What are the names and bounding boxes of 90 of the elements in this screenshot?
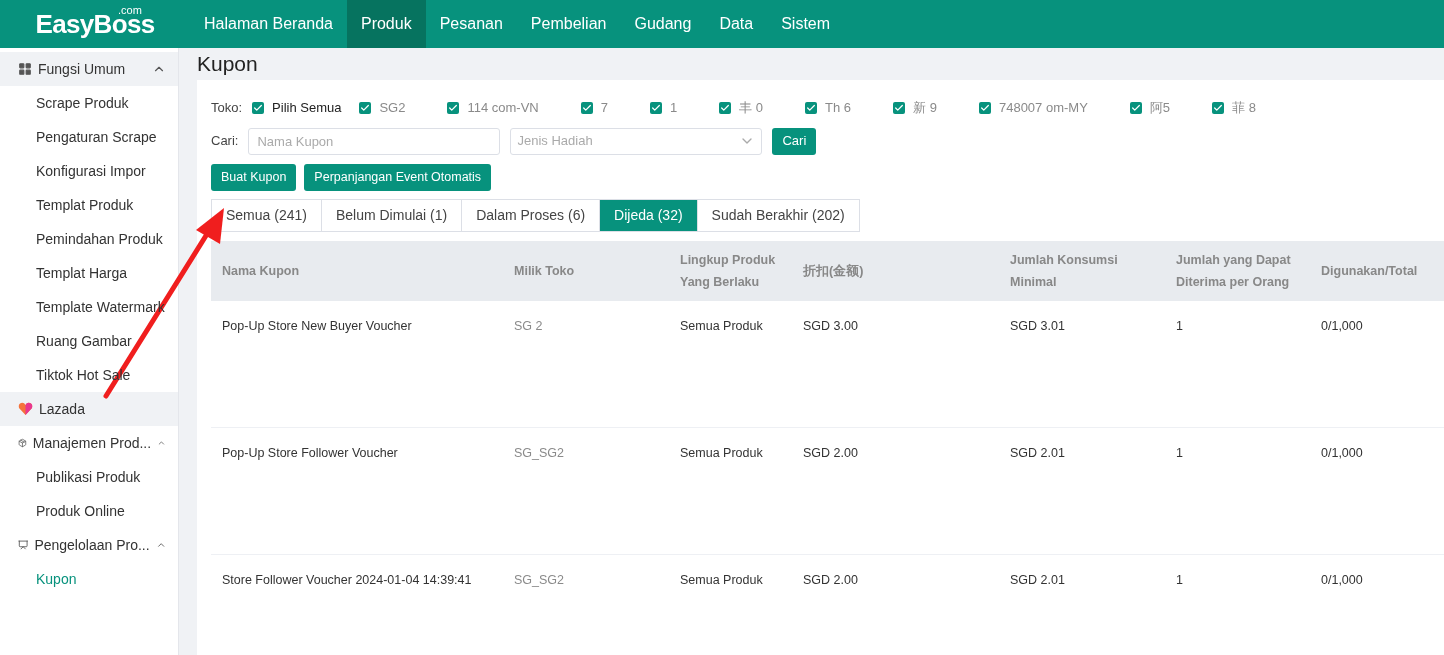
checkbox[interactable] xyxy=(893,101,906,114)
table-cell: Pop-Up Store New Buyer Voucher xyxy=(222,318,412,333)
checkbox[interactable] xyxy=(447,101,460,114)
search-button[interactable]: Cari xyxy=(772,127,817,155)
sidebar-item[interactable]: Konfigurasi Impor xyxy=(36,160,146,182)
column-header: Jumlah Konsumsi Minimal xyxy=(1009,251,1119,291)
sidebar-item[interactable]: Templat Harga xyxy=(36,262,128,284)
checkbox[interactable] xyxy=(359,101,372,114)
status-tab[interactable]: Sudah Berakhir (202) xyxy=(696,198,860,232)
box-icon xyxy=(18,436,27,450)
checkbox[interactable] xyxy=(580,101,593,114)
action-button[interactable]: Buat Kupon xyxy=(211,163,297,191)
shop-name: 1 xyxy=(670,98,678,117)
status-tab[interactable]: Dalam Proses (6) xyxy=(461,198,601,232)
table-cell: Pop-Up Store Follower Voucher xyxy=(222,445,398,460)
checkbox[interactable] xyxy=(650,101,662,114)
checkbox[interactable] xyxy=(252,101,265,114)
sidebar-item[interactable]: Templat Produk xyxy=(36,194,134,216)
table-cell: Semua Produk xyxy=(680,445,763,460)
column-header: Lingkup Produk Yang Berlaku xyxy=(679,251,777,291)
shop-name: SG2 xyxy=(379,98,406,117)
table-cell: 0/1,000 xyxy=(1321,572,1363,587)
table-cell: SG_SG2 xyxy=(514,445,565,460)
column-header: Nama Kupon xyxy=(221,262,301,280)
column-header: Digunakan/Total xyxy=(1320,262,1419,280)
section-label: Fungsi Umum xyxy=(38,59,127,79)
nav-tab[interactable]: Produk xyxy=(346,0,426,48)
sidebar-section[interactable]: Fungsi Umum xyxy=(0,52,178,86)
status-tab[interactable]: Semua (241) xyxy=(211,198,322,232)
checkbox[interactable] xyxy=(1212,101,1225,114)
checkbox[interactable] xyxy=(719,101,732,114)
table-cell: SGD 2.01 xyxy=(1010,445,1065,460)
sidebar-item[interactable]: Ruang Gambar xyxy=(36,330,132,352)
shop-name: 748007 om-MY xyxy=(998,98,1088,117)
section-label: Pengelolaan Pro... xyxy=(34,535,150,555)
sidebar-item[interactable]: Pemindahan Produk xyxy=(36,228,163,250)
table-cell: SGD 2.00 xyxy=(803,572,858,587)
checkbox[interactable] xyxy=(978,101,991,114)
checkbox[interactable] xyxy=(1129,101,1142,114)
shop-name: 7 xyxy=(600,98,608,117)
section-label: Lazada xyxy=(39,399,86,419)
table-cell: Semua Produk xyxy=(680,572,763,587)
table-cell: 0/1,000 xyxy=(1321,445,1363,460)
shop-name: 菲 8 xyxy=(1232,98,1256,117)
coupon-name-field[interactable]: Nama Kupon xyxy=(248,127,501,155)
page-title: Kupon xyxy=(197,51,259,77)
action-button[interactable]: Perpanjangan Event Otomatis xyxy=(304,163,492,191)
logo: EasyBoss .com xyxy=(34,3,156,41)
checkbox[interactable] xyxy=(805,101,818,114)
sidebar-item[interactable]: Scrape Produk xyxy=(36,92,129,114)
shop-name: 新 9 xyxy=(913,98,937,117)
shop-name: Th 6 xyxy=(825,98,852,117)
table-cell: SGD 3.01 xyxy=(1010,318,1065,333)
column-header: Milik Toko xyxy=(513,262,576,280)
table-cell: SGD 3.00 xyxy=(803,318,858,333)
table-cell: Semua Produk xyxy=(680,318,763,333)
shop-label: Toko: xyxy=(211,98,243,117)
status-tab[interactable]: Dijeda (32) xyxy=(599,198,698,232)
sidebar-item[interactable]: Pengaturan Scrape xyxy=(36,126,157,148)
shop-name: Pilih Semua xyxy=(272,98,342,117)
table-cell: 1 xyxy=(1176,572,1183,587)
sidebar-item[interactable]: Produk Online xyxy=(36,500,125,522)
shop-name: 114 com-VN xyxy=(467,98,539,117)
shop-name: 阿5 xyxy=(1149,98,1171,117)
nav-tab[interactable]: Data xyxy=(705,0,768,48)
column-header: Jumlah yang Dapat Diterima per Orang xyxy=(1175,251,1292,291)
table-cell: Store Follower Voucher 2024-01-04 14:39:41 xyxy=(222,572,472,587)
table-cell: SGD 2.01 xyxy=(1010,572,1065,587)
shop-name: 丰 0 xyxy=(739,98,764,117)
section-label: Manajemen Prod... xyxy=(32,433,152,453)
table-cell: SGD 2.00 xyxy=(803,445,858,460)
column-header: 折扣(金额) xyxy=(802,262,865,280)
table-cell: 1 xyxy=(1176,445,1183,460)
nav-tab[interactable]: Sistem xyxy=(767,0,845,48)
status-tab[interactable]: Belum Dimulai (1) xyxy=(320,198,463,232)
table-cell: 1 xyxy=(1176,318,1183,333)
nav-tab[interactable]: Pembelian xyxy=(516,0,621,48)
grid-icon xyxy=(18,62,32,76)
sidebar-item[interactable]: Publikasi Produk xyxy=(36,466,141,488)
nav-tab[interactable]: Halaman Beranda xyxy=(190,0,347,48)
table-cell: SG_SG2 xyxy=(514,572,565,587)
nav-tab[interactable]: Pesanan xyxy=(425,0,517,48)
sidebar-item[interactable]: Kupon xyxy=(36,568,77,590)
board-icon xyxy=(18,538,29,552)
nav-tab[interactable]: Gudang xyxy=(620,0,706,48)
sidebar-section[interactable]: Lazada xyxy=(0,392,178,426)
search-label: Cari: xyxy=(211,132,239,151)
table-cell: SG 2 xyxy=(514,318,543,333)
heart-logo-icon xyxy=(18,402,33,416)
table-cell: 0/1,000 xyxy=(1321,318,1363,333)
